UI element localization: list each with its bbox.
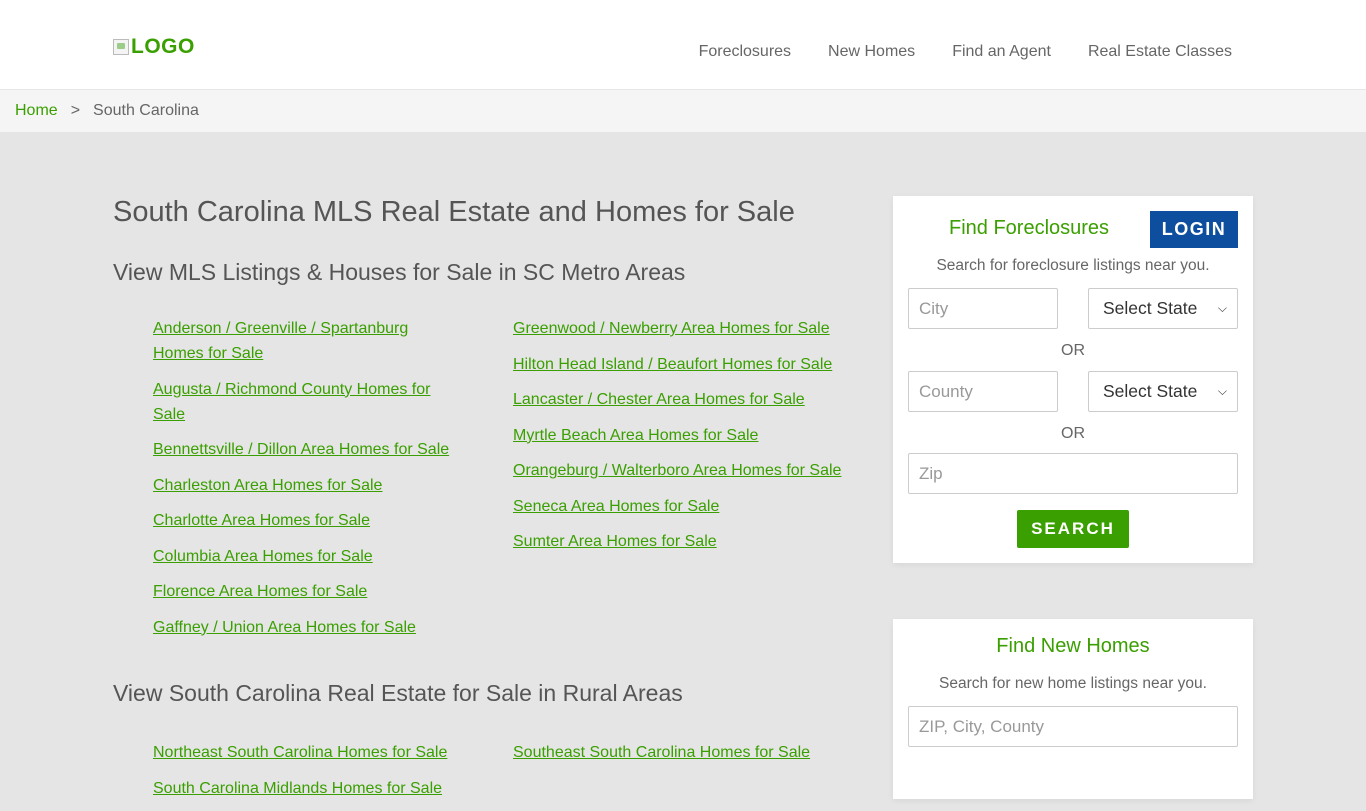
main-content: South Carolina MLS Real Estate and Homes…: [113, 196, 873, 811]
metro-link[interactable]: Bennettsville / Dillon Area Homes for Sa…: [153, 437, 513, 462]
metro-link[interactable]: Augusta / Richmond County Homes for Sale: [153, 377, 513, 427]
search-button[interactable]: SEARCH: [1017, 510, 1129, 548]
county-input[interactable]: [908, 371, 1058, 412]
find-new-homes-card: Find New Homes Search for new home listi…: [893, 619, 1253, 799]
main-nav: Foreclosures New Homes Find an Agent Rea…: [699, 43, 1232, 61]
breadcrumb-current: South Carolina: [93, 102, 199, 119]
metro-section: View MLS Listings & Houses for Sale in S…: [113, 259, 873, 650]
site-header: LOGO Foreclosures New Homes Find an Agen…: [0, 0, 1366, 90]
broken-image-icon: [113, 39, 129, 55]
metro-link[interactable]: Myrtle Beach Area Homes for Sale: [513, 423, 873, 448]
metro-link[interactable]: Sumter Area Homes for Sale: [513, 529, 873, 554]
logo[interactable]: LOGO: [113, 35, 195, 59]
metro-link[interactable]: Gaffney / Union Area Homes for Sale: [153, 615, 513, 640]
breadcrumb-separator: >: [70, 102, 81, 119]
metro-links-right: Greenwood / Newberry Area Homes for Sale…: [513, 316, 873, 650]
page-title: South Carolina MLS Real Estate and Homes…: [113, 196, 795, 228]
breadcrumb: Home > South Carolina: [0, 90, 1366, 132]
zip-input[interactable]: [908, 453, 1238, 494]
metro-link[interactable]: Hilton Head Island / Beaufort Homes for …: [513, 352, 873, 377]
find-foreclosures-card: Find Foreclosures LOGIN Search for forec…: [893, 196, 1253, 563]
metro-links-left: Anderson / Greenville / Spartanburg Home…: [153, 316, 513, 650]
chevron-down-icon: ⌵: [1217, 301, 1227, 315]
state-select-1[interactable]: Select State ⌵: [1088, 288, 1238, 329]
nav-find-agent[interactable]: Find an Agent: [952, 43, 1051, 61]
metro-link[interactable]: Charleston Area Homes for Sale: [153, 473, 513, 498]
logo-text: LOGO: [131, 35, 195, 58]
metro-link[interactable]: Charlotte Area Homes for Sale: [153, 508, 513, 533]
rural-link[interactable]: South Carolina Midlands Homes for Sale: [153, 776, 513, 801]
metro-link[interactable]: Greenwood / Newberry Area Homes for Sale: [513, 316, 873, 341]
metro-link[interactable]: Columbia Area Homes for Sale: [153, 544, 513, 569]
chevron-down-icon: ⌵: [1217, 384, 1227, 398]
metro-link[interactable]: Seneca Area Homes for Sale: [513, 494, 873, 519]
rural-link[interactable]: Southeast South Carolina Homes for Sale: [513, 740, 873, 765]
or-divider-1: OR: [1061, 342, 1085, 359]
find-foreclosures-title: Find Foreclosures: [949, 217, 1110, 239]
breadcrumb-home[interactable]: Home: [15, 102, 58, 120]
rural-links-right: Southeast South Carolina Homes for Sale: [513, 740, 873, 811]
state-select-2-value: Select State: [1103, 381, 1198, 401]
find-new-homes-title: Find New Homes: [996, 635, 1150, 657]
metro-link[interactable]: Anderson / Greenville / Spartanburg Home…: [153, 316, 513, 366]
city-input[interactable]: [908, 288, 1058, 329]
state-select-2[interactable]: Select State ⌵: [1088, 371, 1238, 412]
nav-new-homes[interactable]: New Homes: [828, 43, 915, 61]
nav-foreclosures[interactable]: Foreclosures: [699, 43, 791, 61]
nav-real-estate-classes[interactable]: Real Estate Classes: [1088, 43, 1232, 61]
metro-link[interactable]: Lancaster / Chester Area Homes for Sale: [513, 387, 873, 412]
login-button[interactable]: LOGIN: [1150, 211, 1238, 248]
rural-link[interactable]: Northeast South Carolina Homes for Sale: [153, 740, 513, 765]
foreclosures-subtitle: Search for foreclosure listings near you…: [936, 257, 1210, 274]
metro-link[interactable]: Orangeburg / Walterboro Area Homes for S…: [513, 458, 873, 483]
rural-heading: View South Carolina Real Estate for Sale…: [113, 680, 683, 706]
rural-links: Northeast South Carolina Homes for Sale …: [113, 740, 873, 811]
metro-link[interactable]: Florence Area Homes for Sale: [153, 579, 513, 604]
metro-heading: View MLS Listings & Houses for Sale in S…: [113, 259, 686, 285]
state-select-1-value: Select State: [1103, 298, 1198, 318]
new-homes-subtitle: Search for new home listings near you.: [939, 675, 1207, 692]
rural-section: View South Carolina Real Estate for Sale…: [113, 680, 873, 811]
rural-links-left: Northeast South Carolina Homes for Sale …: [153, 740, 513, 811]
new-homes-location-input[interactable]: [908, 706, 1238, 747]
or-divider-2: OR: [1061, 425, 1085, 442]
metro-links: Anderson / Greenville / Spartanburg Home…: [113, 316, 873, 650]
